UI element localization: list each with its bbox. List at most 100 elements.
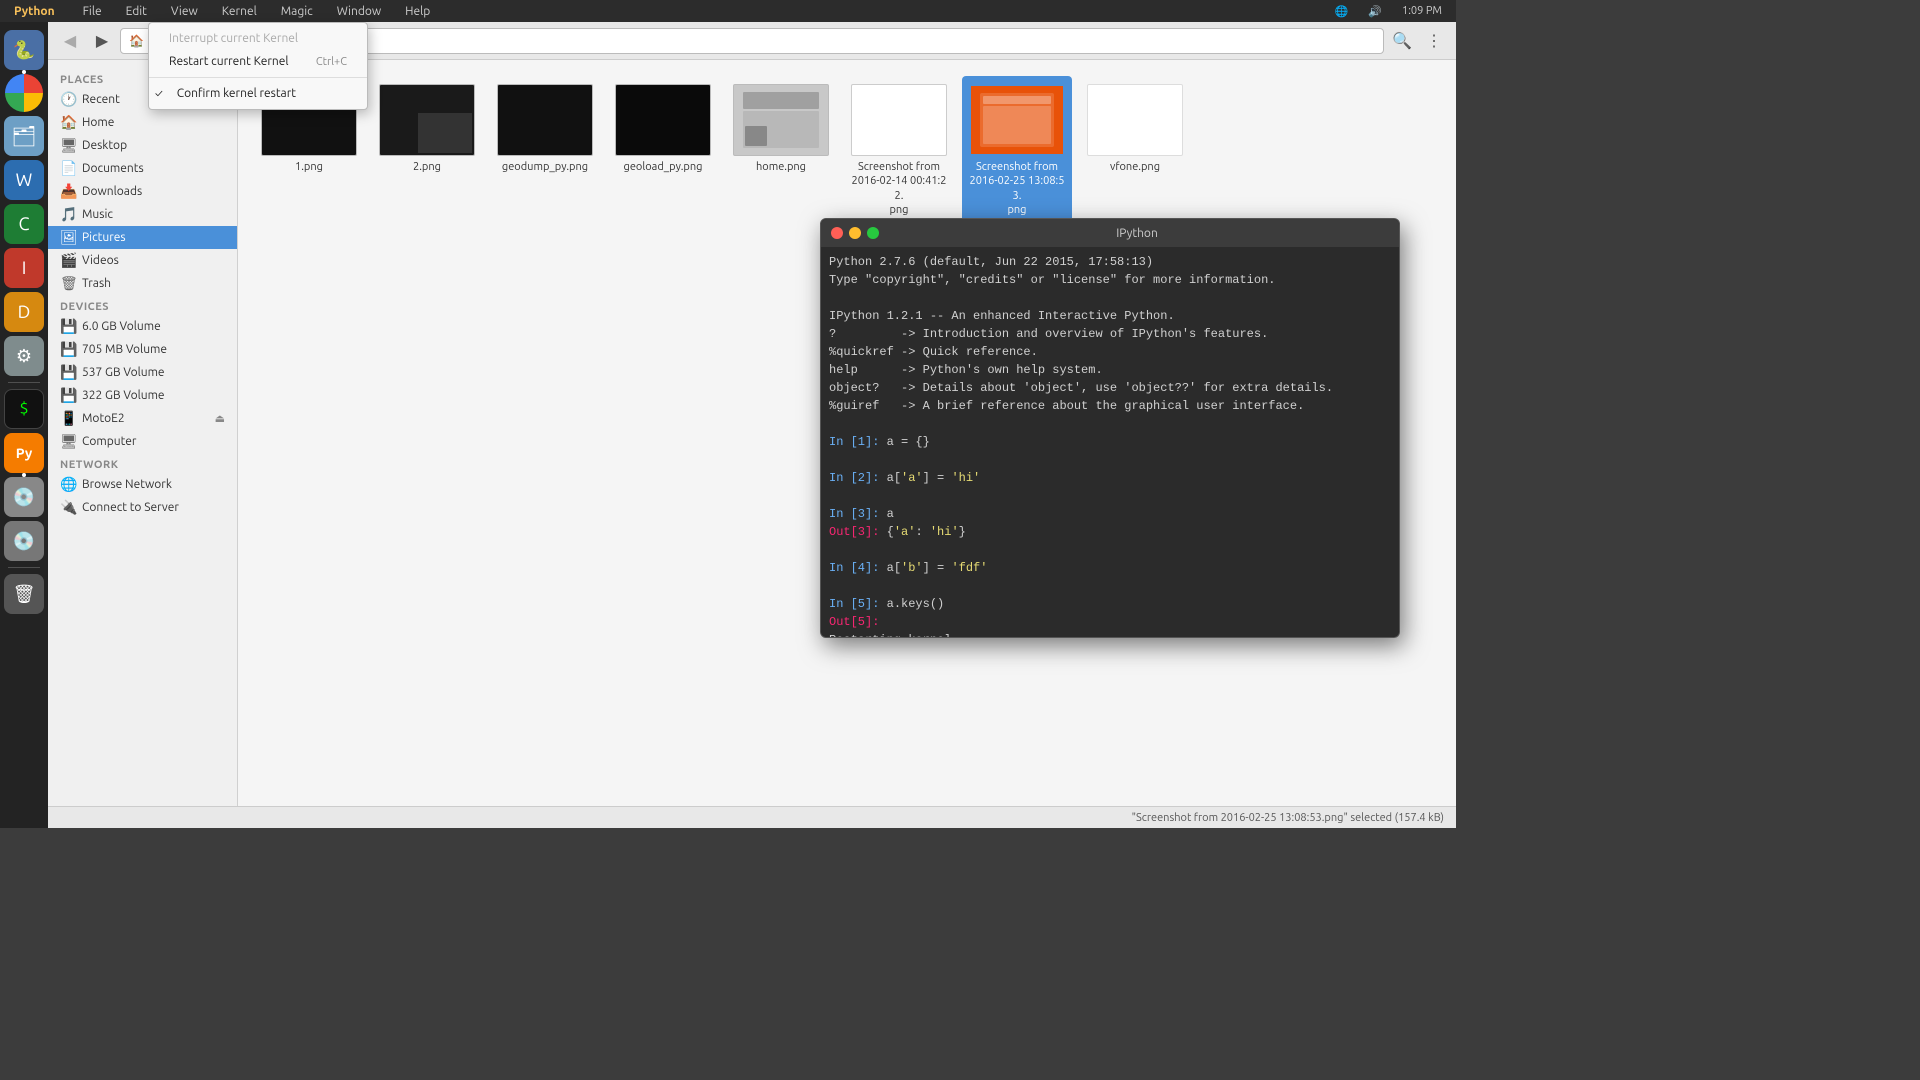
sidebar-item-connect-server[interactable]: 🔌 Connect to Server	[48, 496, 237, 519]
devices-header: Devices	[48, 295, 237, 315]
dock-icon-settings[interactable]: ⚙	[4, 336, 44, 376]
sidebar-home-label: Home	[82, 116, 114, 129]
view-button[interactable]: ⋮	[1420, 27, 1448, 55]
sidebar-item-6gb[interactable]: 💾 6.0 GB Volume	[48, 315, 237, 338]
volume-537gb-icon: 💾	[60, 364, 76, 381]
eject-button[interactable]: ⏏	[215, 412, 225, 425]
file-item-homepng[interactable]: home.png	[726, 76, 836, 225]
trash-icon: 🗑	[60, 275, 76, 292]
motoe2-icon: 📱	[60, 410, 76, 427]
ipython-in5: In [5]: a.keys()	[829, 595, 1391, 613]
ipython-line-7: object? -> Details about 'object', use '…	[829, 379, 1391, 397]
file-name-2png: 2.png	[413, 160, 441, 174]
clock: 1:09 PM	[1396, 3, 1448, 19]
dock-icon-draw[interactable]: D	[4, 292, 44, 332]
ipython-body: Python 2.7.6 (default, Jun 22 2015, 17:5…	[821, 247, 1399, 637]
ipython-titlebar: IPython	[821, 219, 1399, 247]
sidebar-item-downloads[interactable]: 📥 Downloads	[48, 180, 237, 203]
menu-window[interactable]: Window	[331, 3, 387, 20]
network-icon: 🌐	[1329, 3, 1355, 20]
dock-icon-disk2[interactable]: 💿	[4, 521, 44, 561]
sidebar-item-desktop[interactable]: 🖥 Desktop	[48, 134, 237, 157]
pictures-icon: 🖼	[60, 229, 76, 246]
sidebar-item-home[interactable]: 🏠 Home	[48, 111, 237, 134]
dock-icon-python[interactable]: 🐍	[4, 30, 44, 70]
ipython-maximize-button[interactable]	[867, 227, 879, 239]
dock-icon-impress[interactable]: I	[4, 248, 44, 288]
ipython-line-6: help -> Python's own help system.	[829, 361, 1391, 379]
menu-edit[interactable]: Edit	[120, 3, 153, 20]
app-name: Python	[8, 3, 61, 20]
sidebar-item-322gb[interactable]: 💾 322 GB Volume	[48, 384, 237, 407]
sidebar-recent-label: Recent	[82, 93, 120, 106]
sidebar-desktop-label: Desktop	[82, 139, 127, 152]
ipython-in2: In [2]: a['a'] = 'hi'	[829, 469, 1391, 487]
file-item-vfonepng[interactable]: vfone.png	[1080, 76, 1190, 225]
menu-kernel[interactable]: Kernel	[216, 3, 263, 20]
file-name-geoloadpypng: geoload_py.png	[624, 160, 703, 174]
dock-separator	[8, 382, 40, 383]
volume-705mb-icon: 💾	[60, 341, 76, 358]
sidebar-trash-label: Trash	[82, 277, 111, 290]
dock: 🐍 🗂 W C I D ⚙ $ Py 💿 💿 🗑	[0, 22, 48, 828]
file-thumb-homepng	[733, 84, 829, 156]
back-button[interactable]: ◀	[56, 27, 84, 55]
connect-server-icon: 🔌	[60, 499, 76, 516]
search-button[interactable]: 🔍	[1388, 27, 1416, 55]
file-thumb-2png	[379, 84, 475, 156]
menu-view[interactable]: View	[165, 3, 204, 20]
sidebar-item-pictures[interactable]: 🖼 Pictures	[48, 226, 237, 249]
dock-icon-trash[interactable]: 🗑	[4, 574, 44, 614]
file-thumb-geodumppypng	[497, 84, 593, 156]
browse-network-icon: 🌐	[60, 476, 76, 493]
dropdown-restart-kernel[interactable]: Restart current Kernel Ctrl+C	[149, 50, 367, 73]
file-item-2png[interactable]: 2.png	[372, 76, 482, 225]
dock-icon-chrome[interactable]	[5, 74, 43, 112]
ipython-minimize-button[interactable]	[849, 227, 861, 239]
music-icon: 🎵	[60, 206, 76, 223]
sidebar-item-motoe2[interactable]: 📱 MotoE2 ⏏	[48, 407, 237, 430]
file-item-screenshot1[interactable]: Screenshot from2016-02-14 00:41:22.png	[844, 76, 954, 225]
menu-help[interactable]: Help	[399, 3, 436, 20]
dock-icon-calc[interactable]: C	[4, 204, 44, 244]
sidebar-6gb-label: 6.0 GB Volume	[82, 320, 161, 333]
dock-icon-disk1[interactable]: 💿	[4, 477, 44, 517]
file-name-screenshot1: Screenshot from2016-02-14 00:41:22.png	[849, 160, 949, 217]
file-name-screenshot2: Screenshot from2016-02-25 13:08:53.png	[967, 160, 1067, 217]
downloads-icon: 📥	[60, 183, 76, 200]
dock-icon-files[interactable]: 🗂	[4, 116, 44, 156]
ipython-content[interactable]: Python 2.7.6 (default, Jun 22 2015, 17:5…	[821, 247, 1399, 637]
dock-icon-writer[interactable]: W	[4, 160, 44, 200]
sidebar-item-videos[interactable]: 🎬 Videos	[48, 249, 237, 272]
dropdown-interrupt-kernel[interactable]: Interrupt current Kernel	[149, 27, 367, 50]
menu-file[interactable]: File	[77, 3, 108, 20]
sidebar-item-music[interactable]: 🎵 Music	[48, 203, 237, 226]
dock-separator-2	[8, 567, 40, 568]
sidebar-item-browse-network[interactable]: 🌐 Browse Network	[48, 473, 237, 496]
menu-magic[interactable]: Magic	[275, 3, 319, 20]
sidebar-item-537gb[interactable]: 💾 537 GB Volume	[48, 361, 237, 384]
sidebar-item-705mb[interactable]: 💾 705 MB Volume	[48, 338, 237, 361]
ipython-window: IPython Python 2.7.6 (default, Jun 22 20…	[820, 218, 1400, 638]
sidebar-videos-label: Videos	[82, 254, 119, 267]
volume-6gb-icon: 💾	[60, 318, 76, 335]
computer-icon: 🖥	[60, 433, 76, 450]
ipython-title: IPython	[1116, 227, 1158, 240]
dock-icon-ipython[interactable]: Py	[4, 433, 44, 473]
sidebar-item-trash[interactable]: 🗑 Trash	[48, 272, 237, 295]
documents-icon: 📄	[60, 160, 76, 177]
ipython-out5: Out[5]:	[829, 613, 1391, 631]
sidebar-item-documents[interactable]: 📄 Documents	[48, 157, 237, 180]
sidebar-item-computer[interactable]: 🖥 Computer	[48, 430, 237, 453]
statusbar-right: 🌐 🔊 1:09 PM	[1329, 3, 1448, 20]
home-icon: 🏠	[60, 114, 76, 131]
ipython-restart: Restarting kernel...	[829, 631, 1391, 637]
file-item-geoloadpypng[interactable]: geoload_py.png	[608, 76, 718, 225]
file-item-geodumppypng[interactable]: geodump_py.png	[490, 76, 600, 225]
file-item-screenshot2[interactable]: Screenshot from2016-02-25 13:08:53.png	[962, 76, 1072, 225]
dock-icon-terminal[interactable]: $	[4, 389, 44, 429]
file-thumb-geoloadpypng	[615, 84, 711, 156]
dropdown-confirm-restart[interactable]: Confirm kernel restart	[149, 82, 367, 105]
ipython-close-button[interactable]	[831, 227, 843, 239]
forward-button[interactable]: ▶	[88, 27, 116, 55]
